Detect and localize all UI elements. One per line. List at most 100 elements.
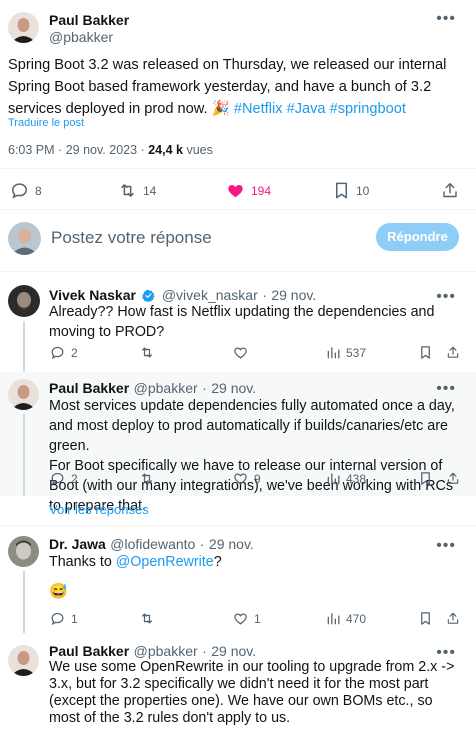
author-name[interactable]: Paul Bakker [49,12,129,28]
reply-avatar[interactable] [8,285,40,317]
more-icon[interactable]: ••• [436,289,456,305]
reply-date[interactable]: 29 nov. [271,287,316,303]
reply-date[interactable]: 29 nov. [209,536,254,552]
tweet-text: Spring Boot 3.2 was released on Thursday… [8,54,463,120]
hashtag-springboot[interactable]: #springboot [330,101,406,117]
reply-author-handle[interactable]: @lofidewanto [110,536,195,552]
like-button[interactable]: 1 [233,611,261,626]
more-icon[interactable]: ••• [436,381,456,397]
more-icon[interactable]: ••• [436,11,456,27]
reply-text: We use some OpenRewrite in our tooling t… [49,659,455,726]
reply-button[interactable]: 1 [50,611,78,626]
divider [0,525,476,526]
share-button[interactable] [446,611,460,626]
retweet-button[interactable]: 14 [118,181,156,200]
like-button[interactable] [233,345,248,360]
share-icon [447,346,459,358]
reply-text: Thanks to @OpenRewrite? [49,552,449,572]
author-handle[interactable]: @pbakker [49,29,113,45]
verified-badge-icon [142,289,155,303]
like-count: 194 [251,183,272,198]
reply-author-handle[interactable]: @pbakker [134,380,198,396]
retweet-button[interactable] [139,345,155,360]
views-icon [327,347,340,359]
bookmark-icon [421,472,430,485]
reply-button[interactable]: 8 [10,181,42,200]
reply-author-name[interactable]: Paul Bakker [49,643,129,659]
more-icon[interactable]: ••• [436,538,456,554]
bookmark-button[interactable] [419,471,432,486]
reply-button[interactable]: 2 [50,345,78,360]
views-icon [327,613,340,625]
bookmark-button[interactable]: 10 [333,181,369,200]
share-icon [447,612,459,624]
submit-reply-button[interactable]: Répondre [376,223,459,251]
bookmark-icon [421,612,430,625]
like-button[interactable]: 9 [233,471,261,486]
more-icon[interactable]: ••• [436,645,456,661]
bookmark-icon [421,346,430,359]
divider [0,209,476,210]
views-button[interactable]: 537 [326,345,366,360]
meta-separator: · [140,143,145,157]
reply-author-handle[interactable]: @pbakker [134,643,198,659]
separator: · [262,287,267,303]
meta-separator: · [58,143,63,157]
thread-line [23,321,25,372]
hashtag-java[interactable]: #Java [287,101,326,117]
views-button[interactable]: 470 [326,611,366,626]
retweet-count: 14 [143,183,157,198]
share-icon [443,183,457,198]
reply-author-name[interactable]: Paul Bakker [49,380,129,396]
reply-icon [51,346,64,359]
like-count: 1 [254,611,261,626]
views-button[interactable]: 438 [326,471,366,486]
tweet-date[interactable]: 29 nov. 2023 [66,143,137,157]
reply-icon [51,472,64,485]
reply-avatar[interactable] [8,379,39,410]
reply-avatar[interactable] [8,536,39,567]
heart-icon [234,347,247,359]
share-button[interactable] [446,471,460,486]
reply-author-name[interactable]: Dr. Jawa [49,536,106,552]
reply-author-name[interactable]: Vivek Naskar [49,287,136,303]
share-icon [447,472,459,484]
reply-compose-input[interactable]: Postez votre réponse [51,228,212,248]
reply-date[interactable]: 29 nov. [211,380,256,396]
share-button[interactable] [441,181,459,200]
reply-icon [12,183,27,199]
translate-link[interactable]: Traduire le post [8,117,84,129]
divider [0,271,476,272]
bookmark-icon [335,182,348,199]
divider [0,168,476,169]
views-icon [327,473,340,485]
reply-count: 8 [35,183,42,198]
like-button[interactable]: 194 [226,181,271,200]
retweet-button[interactable] [139,611,155,626]
views-label: vues [186,143,213,157]
hashtag-netflix[interactable]: #Netflix [234,101,283,117]
author-avatar[interactable] [8,12,39,43]
tweet-time[interactable]: 6:03 PM [8,143,55,157]
my-avatar[interactable] [8,222,41,255]
reply-count: 2 [71,345,78,360]
separator: · [202,643,207,659]
views-count: 537 [346,345,367,360]
reply-count: 1 [71,611,78,626]
bookmark-button[interactable] [419,611,432,626]
thread-line [23,414,25,496]
mention-link[interactable]: @OpenRewrite [116,554,214,570]
reply-author-handle[interactable]: @vivek_naskar [162,287,258,303]
reply-avatar[interactable] [8,645,39,676]
reply-text-prefix: Thanks to [49,554,116,570]
reply-text: Most services update dependencies fully … [49,398,455,514]
reply-button[interactable]: 2 [50,471,78,486]
separator: · [199,536,205,552]
retweet-icon [142,347,152,358]
bookmark-button[interactable] [419,345,432,360]
reply-icon [51,612,64,625]
retweet-button[interactable] [139,471,155,486]
reply-date[interactable]: 29 nov. [211,643,256,659]
share-button[interactable] [446,345,460,360]
show-replies-link[interactable]: Voir les réponses [49,502,149,517]
